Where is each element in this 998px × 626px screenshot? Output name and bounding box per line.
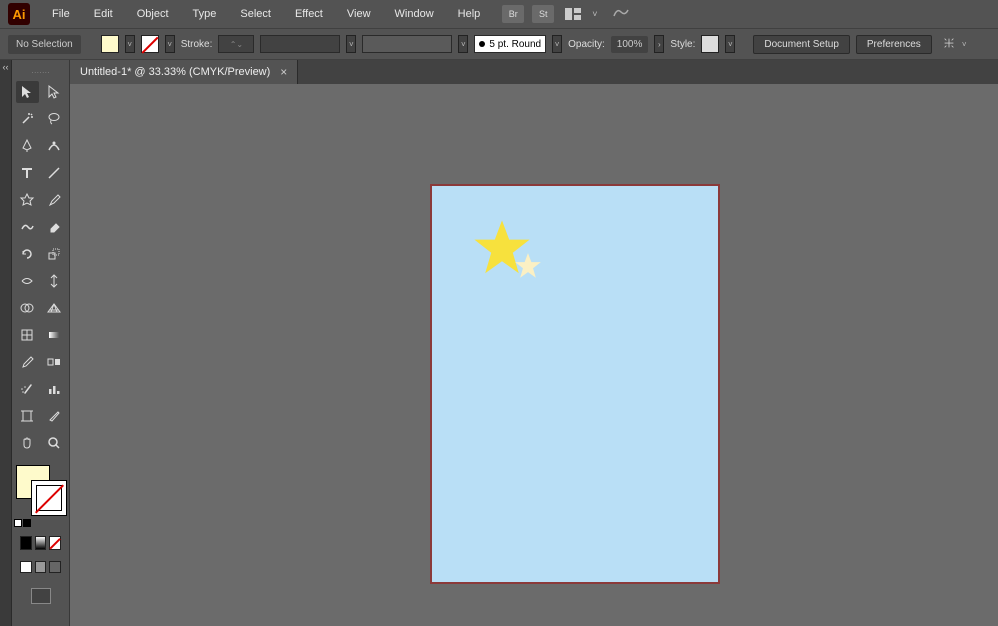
gradient-tool[interactable] <box>43 324 66 346</box>
vwp-dropdown[interactable]: ˅ <box>346 35 356 53</box>
screen-mode[interactable] <box>16 588 65 604</box>
tools-panel: ······· <box>12 60 70 626</box>
variable-width-profile[interactable] <box>260 35 340 53</box>
panel-gutter[interactable]: ‹‹ <box>0 60 12 626</box>
brush-def-dropdown-empty[interactable] <box>362 35 452 53</box>
menu-view[interactable]: View <box>337 4 381 24</box>
menu-window[interactable]: Window <box>385 4 444 24</box>
zoom-tool[interactable] <box>43 432 66 454</box>
stroke-dropdown[interactable]: ˅ <box>165 35 175 53</box>
star-tool[interactable] <box>16 189 39 211</box>
menu-help[interactable]: Help <box>448 4 491 24</box>
stock-icon[interactable]: St <box>532 5 554 23</box>
document-setup-button[interactable]: Document Setup <box>753 35 850 54</box>
style-swatch[interactable] <box>701 35 719 53</box>
toolbar-grip[interactable]: ······· <box>16 68 65 76</box>
brush-dropdown[interactable]: ˅ <box>552 35 562 53</box>
shaper-tool[interactable] <box>16 216 39 238</box>
arrange-docs-icon[interactable] <box>562 5 584 23</box>
document-tab[interactable]: Untitled-1* @ 33.33% (CMYK/Preview) × <box>70 60 298 84</box>
fill-swatch[interactable] <box>101 35 119 53</box>
bridge-icon[interactable]: Br <box>502 5 524 23</box>
arrange-caret-icon[interactable]: ˅ <box>592 9 597 19</box>
viewport[interactable] <box>70 84 998 626</box>
artboard[interactable] <box>430 184 720 584</box>
small-star-shape[interactable] <box>514 252 542 280</box>
opacity-dropdown[interactable]: › <box>654 35 664 53</box>
brush-definition[interactable]: 5 pt. Round <box>474 35 546 53</box>
menu-bar: Ai File Edit Object Type Select Effect V… <box>0 0 998 28</box>
brush-dot-icon <box>479 41 485 47</box>
stroke-swatch[interactable] <box>141 35 159 53</box>
paintbrush-tool[interactable] <box>43 189 66 211</box>
gpu-icon[interactable] <box>612 6 630 23</box>
scale-tool[interactable] <box>43 243 66 265</box>
opacity-value[interactable]: 100% <box>611 36 649 53</box>
menu-effect[interactable]: Effect <box>285 4 333 24</box>
magic-wand-tool[interactable] <box>16 108 39 130</box>
preferences-button[interactable]: Preferences <box>856 35 932 54</box>
drawing-mode-behind[interactable] <box>35 561 47 573</box>
workspace: ‹‹ ······· <box>0 60 998 626</box>
color-mode-solid[interactable] <box>20 536 32 550</box>
width-tool[interactable] <box>16 270 39 292</box>
brush-label: 5 pt. Round <box>489 39 541 50</box>
document-tab-strip: Untitled-1* @ 33.33% (CMYK/Preview) × <box>70 60 998 84</box>
menu-select[interactable]: Select <box>230 4 281 24</box>
symbol-sprayer-tool[interactable] <box>16 378 39 400</box>
shape-builder-tool[interactable] <box>16 297 39 319</box>
gutter-handle[interactable]: ‹‹ <box>0 60 11 74</box>
perspective-grid-tool[interactable] <box>43 297 66 319</box>
slice-tool[interactable] <box>43 405 66 427</box>
stroke-weight-stepper[interactable]: ⌃⌄ <box>218 35 254 53</box>
selection-state: No Selection <box>8 35 81 54</box>
direct-selection-tool[interactable] <box>43 81 66 103</box>
blend-tool[interactable] <box>43 351 66 373</box>
hand-tool[interactable] <box>16 432 39 454</box>
menu-edit[interactable]: Edit <box>84 4 123 24</box>
color-mode-none[interactable] <box>49 536 61 550</box>
control-bar: No Selection ˅ ˅ Stroke: ⌃⌄ ˅ ˅ 5 pt. Ro… <box>0 28 998 60</box>
opacity-label: Opacity: <box>568 39 605 50</box>
menu-extras: Br St ˅ <box>502 5 629 23</box>
curvature-tool[interactable] <box>43 135 66 157</box>
drawing-mode-normal[interactable] <box>20 561 32 573</box>
align-panel-icon[interactable] <box>942 36 956 53</box>
free-transform-tool[interactable] <box>43 270 66 292</box>
column-graph-tool[interactable] <box>43 378 66 400</box>
artboard-tool[interactable] <box>16 405 39 427</box>
rotate-tool[interactable] <box>16 243 39 265</box>
lasso-tool[interactable] <box>43 108 66 130</box>
color-mode-row <box>16 536 65 550</box>
fill-dropdown[interactable]: ˅ <box>125 35 135 53</box>
type-tool[interactable] <box>16 162 39 184</box>
menu-type[interactable]: Type <box>183 4 227 24</box>
screen-mode-row <box>16 561 65 573</box>
brush-def-caret[interactable]: ˅ <box>458 35 468 53</box>
line-tool[interactable] <box>43 162 66 184</box>
mesh-tool[interactable] <box>16 324 39 346</box>
menu-object[interactable]: Object <box>127 4 179 24</box>
fill-stroke-indicator[interactable] <box>16 465 66 515</box>
app-icon: Ai <box>8 3 30 25</box>
canvas-area: Untitled-1* @ 33.33% (CMYK/Preview) × <box>70 60 998 626</box>
selection-tool[interactable] <box>16 81 39 103</box>
stroke-color-box[interactable] <box>32 481 66 515</box>
tab-close-icon[interactable]: × <box>280 65 287 79</box>
pen-tool[interactable] <box>16 135 39 157</box>
drawing-mode-inside[interactable] <box>49 561 61 573</box>
style-label: Style: <box>670 39 695 50</box>
eraser-tool[interactable] <box>43 216 66 238</box>
color-mode-gradient[interactable] <box>35 536 47 550</box>
align-caret[interactable]: ˅ <box>962 40 967 49</box>
menu-file[interactable]: File <box>42 4 80 24</box>
document-tab-title: Untitled-1* @ 33.33% (CMYK/Preview) <box>80 66 270 78</box>
swap-default-icons[interactable] <box>14 519 31 527</box>
stroke-label: Stroke: <box>181 39 213 50</box>
style-dropdown[interactable]: ˅ <box>725 35 735 53</box>
eyedropper-tool[interactable] <box>16 351 39 373</box>
